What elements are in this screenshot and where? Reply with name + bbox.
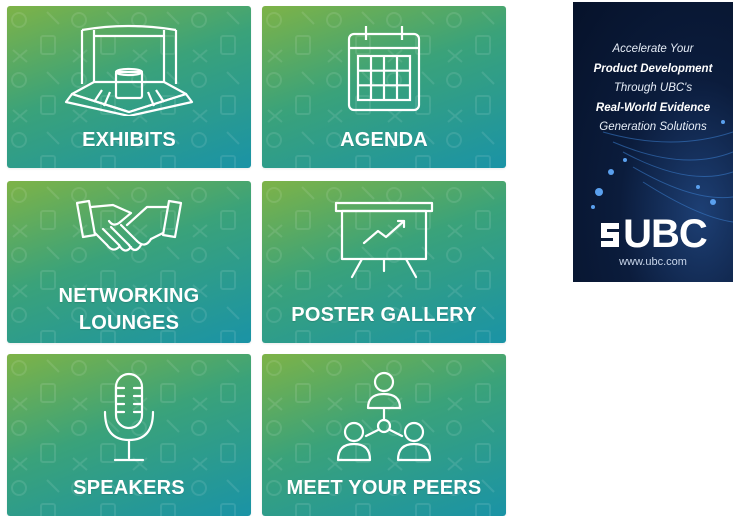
ad-line-3: Through UBC's <box>613 82 693 94</box>
microphone-icon <box>7 372 251 466</box>
booth-icon <box>7 22 251 116</box>
ad-line-2: Product Development <box>593 62 713 75</box>
ad-headline: Accelerate Your Product Development Thro… <box>573 40 733 138</box>
ubc-logo: UBC <box>573 212 733 256</box>
presentation-board-icon <box>262 199 506 279</box>
ubc-logo-mark-icon <box>601 223 620 247</box>
networking-lounges-label: NETWORKING LOUNGES <box>7 283 251 337</box>
meet-your-peers-tile[interactable]: MEET YOUR PEERS <box>262 354 506 516</box>
exhibits-label: EXHIBITS <box>82 129 176 151</box>
ubc-advertisement[interactable]: Accelerate Your Product Development Thro… <box>573 2 733 282</box>
ad-line-4: Real-World Evidence <box>595 101 711 114</box>
ad-line-1: Accelerate Your <box>612 43 694 55</box>
agenda-tile[interactable]: AGENDA <box>262 6 506 168</box>
ad-line-5: Generation Solutions <box>599 121 707 133</box>
networking-label-line1: NETWORKING <box>58 285 200 307</box>
meet-your-peers-label: MEET YOUR PEERS <box>286 477 482 499</box>
calendar-icon <box>262 24 506 114</box>
networking-lounges-tile[interactable]: NETWORKING LOUNGES <box>7 181 251 343</box>
agenda-label: AGENDA <box>340 129 428 151</box>
speakers-label: SPEAKERS <box>73 477 185 499</box>
people-network-icon <box>262 370 506 464</box>
handshake-icon <box>7 195 251 271</box>
exhibits-tile[interactable]: EXHIBITS <box>7 6 251 168</box>
speakers-tile[interactable]: SPEAKERS <box>7 354 251 516</box>
ubc-logo-text: UBC <box>623 212 708 256</box>
ad-url: www.ubc.com <box>619 256 687 268</box>
poster-gallery-tile[interactable]: POSTER GALLERY <box>262 181 506 343</box>
networking-label-line2: LOUNGES <box>78 312 180 334</box>
poster-gallery-label: POSTER GALLERY <box>291 304 477 326</box>
